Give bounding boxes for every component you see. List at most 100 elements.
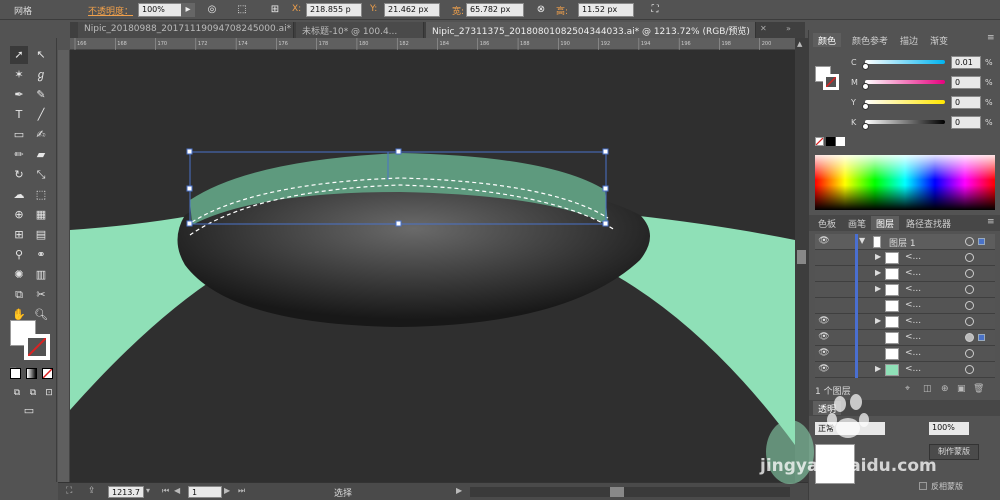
type-tool-icon[interactable]: T xyxy=(10,106,28,124)
zoom-dropdown-icon[interactable]: ▾ xyxy=(146,486,150,495)
rotate-tool-icon[interactable]: ↻ xyxy=(10,166,28,184)
target-icon[interactable] xyxy=(965,365,974,374)
target-icon[interactable] xyxy=(965,333,974,342)
direct-selection-tool-icon[interactable]: ↖ xyxy=(32,46,50,64)
layer-row[interactable]: 👁︎ <... xyxy=(815,346,995,362)
line-tool-icon[interactable]: ╱ xyxy=(32,106,50,124)
target-icon[interactable] xyxy=(965,269,974,278)
none-mode-icon[interactable] xyxy=(42,368,53,379)
expand-arrow-icon[interactable]: ▶ xyxy=(875,316,881,325)
export-icon[interactable]: ⇪ xyxy=(88,486,96,496)
screen-mode-icon[interactable]: ▭ xyxy=(18,402,40,420)
slider-y[interactable] xyxy=(865,100,945,104)
layer-row-main[interactable]: 👁︎ ▼ 图层 1 xyxy=(815,234,995,250)
black-swatch[interactable] xyxy=(826,137,835,146)
target-icon[interactable] xyxy=(965,317,974,326)
tab-document-3[interactable]: Nipic_27311375_20180801082504344033.ai* … xyxy=(426,22,756,38)
slider-k-knob[interactable] xyxy=(862,123,869,130)
layer-row[interactable]: <... xyxy=(815,298,995,314)
slider-k[interactable] xyxy=(865,120,945,124)
locate-object-icon[interactable]: ⌖ xyxy=(905,384,910,394)
layers-menu-icon[interactable]: ≡ xyxy=(987,217,995,227)
perspective-grid-tool-icon[interactable]: ▦ xyxy=(32,206,50,224)
recolor-icon[interactable]: ◎ xyxy=(205,3,219,17)
close-tab-icon[interactable]: ✕ xyxy=(760,24,767,33)
transform-icon[interactable]: ⛶ xyxy=(648,3,662,17)
artboard-nav-icon[interactable]: ⛶ xyxy=(66,486,72,496)
free-transform-tool-icon[interactable]: ⬚ xyxy=(32,186,50,204)
pen-tool-icon[interactable]: ✒ xyxy=(10,86,28,104)
channel-k-field[interactable]: 0 xyxy=(951,116,981,129)
new-sublayer-icon[interactable]: ⊕ xyxy=(941,384,949,394)
layer-row[interactable]: 👁︎ ▶ <... xyxy=(815,314,995,330)
white-swatch[interactable] xyxy=(836,137,845,146)
y-field[interactable]: 21.462 px xyxy=(384,3,440,17)
opacity-dropdown-icon[interactable]: ▸ xyxy=(181,3,195,17)
last-page-icon[interactable]: ⏭ xyxy=(238,486,245,496)
channel-m-field[interactable]: 0 xyxy=(951,76,981,89)
curvature-tool-icon[interactable]: ✎ xyxy=(32,86,50,104)
layer-row[interactable]: 👁︎ ▶ <... xyxy=(815,362,995,378)
symbol-sprayer-tool-icon[interactable]: ✺ xyxy=(10,266,28,284)
eyedropper-tool-icon[interactable]: ⚲ xyxy=(10,246,28,264)
tab-color-guide[interactable]: 颜色参考 xyxy=(847,33,893,47)
mesh-tool-icon[interactable]: ⊞ xyxy=(10,226,28,244)
slider-y-knob[interactable] xyxy=(862,103,869,110)
color-mode-icon[interactable] xyxy=(10,368,21,379)
slice-tool-icon[interactable]: ✂ xyxy=(32,286,50,304)
scroll-up-icon[interactable]: ▲ xyxy=(797,40,806,48)
sublayer-label[interactable]: <... xyxy=(905,364,921,374)
new-layer-icon[interactable]: ▣ xyxy=(957,384,966,394)
align-selection-icon[interactable]: ⬚ xyxy=(235,3,249,17)
paintbrush-tool-icon[interactable]: ✍ xyxy=(32,126,50,144)
layer-row[interactable]: ▶ <... xyxy=(815,250,995,266)
tab-document-1[interactable]: Nipic_20180988_20171119094708245000.ai* xyxy=(78,22,294,38)
layer-name[interactable]: 图层 1 xyxy=(889,236,916,249)
expand-arrow-icon[interactable]: ▶ xyxy=(875,364,881,373)
layer-selection-indicator[interactable] xyxy=(978,238,985,245)
delete-layer-icon[interactable]: 🗑︎ xyxy=(973,384,984,394)
expand-arrow-icon[interactable]: ▼ xyxy=(859,236,865,245)
visibility-eye-icon[interactable]: 👁︎ xyxy=(817,236,831,248)
column-graph-tool-icon[interactable]: ▥ xyxy=(32,266,50,284)
sublayer-label[interactable]: <... xyxy=(905,252,921,262)
vertical-scrollbar[interactable]: ▲ xyxy=(795,38,808,482)
tab-layers[interactable]: 图层 xyxy=(871,216,900,230)
warp-tool-icon[interactable]: ☁ xyxy=(10,186,28,204)
layer-row[interactable]: 👁︎ <... xyxy=(815,330,995,346)
slider-m-knob[interactable] xyxy=(862,83,869,90)
expand-arrow-icon[interactable]: ▶ xyxy=(875,268,881,277)
panel-stroke-swatch[interactable] xyxy=(823,74,839,90)
expand-arrow-icon[interactable]: ▶ xyxy=(875,284,881,293)
gradient-tool-icon[interactable]: ▤ xyxy=(32,226,50,244)
tab-brushes[interactable]: 画笔 xyxy=(843,216,871,230)
width-field[interactable]: 65.782 px xyxy=(466,3,524,17)
slider-m[interactable] xyxy=(865,80,945,84)
visibility-eye-icon[interactable]: 👁︎ xyxy=(817,364,831,376)
target-icon[interactable] xyxy=(965,301,974,310)
x-field[interactable]: 218.855 p xyxy=(306,3,362,17)
visibility-eye-icon[interactable]: 👁︎ xyxy=(817,348,831,360)
tab-overflow-icon[interactable]: » xyxy=(786,24,791,33)
opacity-label[interactable]: 不透明度： xyxy=(88,4,133,17)
blend-mode-select[interactable]: 正常 xyxy=(815,422,885,435)
rectangle-tool-icon[interactable]: ▭ xyxy=(10,126,28,144)
visibility-eye-icon[interactable]: 👁︎ xyxy=(817,316,831,328)
scroll-thumb[interactable] xyxy=(797,250,806,264)
sublayer-label[interactable]: <... xyxy=(905,332,921,342)
tab-transparency[interactable]: 透明 xyxy=(813,401,842,415)
status-menu-icon[interactable]: ▶ xyxy=(456,486,462,495)
h-scroll-thumb[interactable] xyxy=(610,487,624,497)
prev-page-icon[interactable]: ◀ xyxy=(174,486,180,495)
sublayer-label[interactable]: <... xyxy=(905,284,921,294)
clipping-mask-icon[interactable]: ◫ xyxy=(923,384,932,394)
tab-document-2[interactable]: 未标题-10* @ 100.4... xyxy=(296,22,424,38)
tab-stroke[interactable]: 描边 xyxy=(895,33,923,47)
stroke-swatch[interactable] xyxy=(24,334,50,360)
pencil-tool-icon[interactable]: ✏ xyxy=(10,146,28,164)
visibility-eye-icon[interactable]: 👁︎ xyxy=(817,332,831,344)
reference-point-icon[interactable]: ⊞ xyxy=(268,3,282,17)
horizontal-scrollbar[interactable] xyxy=(470,487,790,497)
next-page-icon[interactable]: ▶ xyxy=(224,486,230,495)
link-proportions-icon[interactable]: ⊗ xyxy=(534,3,548,17)
